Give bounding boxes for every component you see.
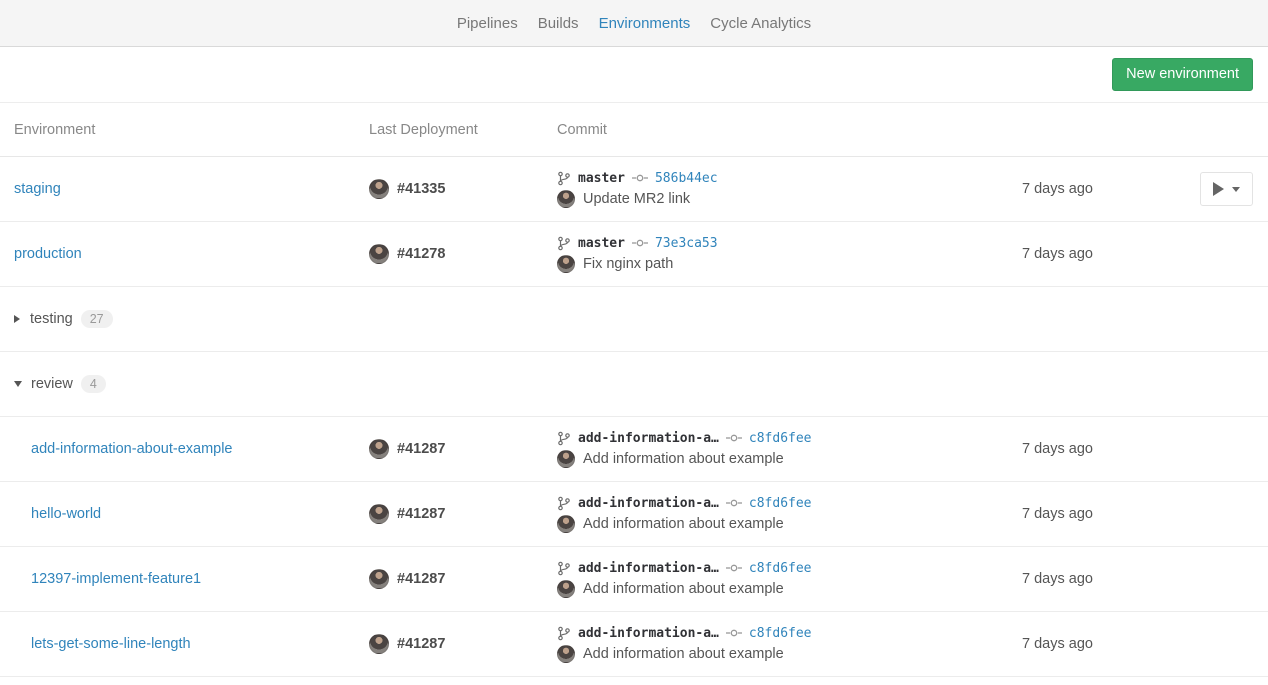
git-branch-icon bbox=[557, 236, 571, 251]
time-ago: 7 days ago bbox=[997, 246, 1142, 262]
avatar bbox=[557, 645, 575, 663]
branch-name: add-information-a… bbox=[578, 626, 719, 641]
environment-group-review[interactable]: review 4 bbox=[0, 352, 1268, 417]
environment-row-staging: staging #41335 master 586b44ec Update MR… bbox=[0, 157, 1268, 222]
avatar bbox=[369, 439, 389, 459]
tab-environments[interactable]: Environments bbox=[599, 15, 691, 32]
commit-sha-link[interactable]: c8fd6fee bbox=[749, 561, 812, 576]
git-commit-icon bbox=[726, 563, 742, 573]
avatar bbox=[369, 634, 389, 654]
deployment-id-link[interactable]: #41287 bbox=[397, 636, 445, 652]
chevron-down-icon bbox=[1232, 187, 1240, 192]
commit-message: Add information about example bbox=[583, 451, 784, 467]
time-ago: 7 days ago bbox=[997, 441, 1142, 457]
branch-name: master bbox=[578, 171, 625, 186]
time-ago: 7 days ago bbox=[997, 636, 1142, 652]
time-ago: 7 days ago bbox=[997, 506, 1142, 522]
avatar bbox=[557, 580, 575, 598]
commit-sha-link[interactable]: 73e3ca53 bbox=[655, 236, 718, 251]
avatar bbox=[369, 504, 389, 524]
commit-message: Add information about example bbox=[583, 581, 784, 597]
environment-row-add-information-about-example: add-information-about-example #41287 add… bbox=[0, 417, 1268, 482]
environment-link[interactable]: hello-world bbox=[31, 506, 101, 522]
header-last-deployment: Last Deployment bbox=[369, 122, 557, 138]
time-ago: 7 days ago bbox=[997, 181, 1142, 197]
table-header-row: Environment Last Deployment Commit bbox=[0, 103, 1268, 157]
environment-row-production: production #41278 master 73e3ca53 Fix ng… bbox=[0, 222, 1268, 287]
toolbar: New environment bbox=[0, 47, 1268, 103]
environments-table: Environment Last Deployment Commit stagi… bbox=[0, 103, 1268, 677]
commit-message: Add information about example bbox=[583, 516, 784, 532]
environment-row-lets-get-some-line-length: lets-get-some-line-length #41287 add-inf… bbox=[0, 612, 1268, 677]
play-icon bbox=[1213, 182, 1224, 196]
commit-sha-link[interactable]: c8fd6fee bbox=[749, 431, 812, 446]
header-commit: Commit bbox=[557, 122, 997, 138]
commit-message: Fix nginx path bbox=[583, 256, 673, 272]
avatar bbox=[557, 255, 575, 273]
project-nav: Pipelines Builds Environments Cycle Anal… bbox=[0, 0, 1268, 47]
git-branch-icon bbox=[557, 561, 571, 576]
deployment-id-link[interactable]: #41287 bbox=[397, 506, 445, 522]
commit-message: Update MR2 link bbox=[583, 191, 690, 207]
environment-group-testing[interactable]: testing 27 bbox=[0, 287, 1268, 352]
group-name: testing bbox=[30, 311, 73, 327]
environment-link[interactable]: 12397-implement-feature1 bbox=[31, 571, 201, 587]
avatar bbox=[557, 450, 575, 468]
deployment-id-link[interactable]: #41278 bbox=[397, 246, 445, 262]
group-count-badge: 4 bbox=[81, 375, 106, 393]
commit-sha-link[interactable]: c8fd6fee bbox=[749, 626, 812, 641]
git-commit-icon bbox=[726, 433, 742, 443]
branch-name: add-information-a… bbox=[578, 496, 719, 511]
manual-action-dropdown-button[interactable] bbox=[1200, 172, 1253, 206]
caret-down-icon bbox=[14, 381, 22, 387]
environment-link[interactable]: staging bbox=[14, 181, 61, 197]
git-branch-icon bbox=[557, 626, 571, 641]
tab-builds[interactable]: Builds bbox=[538, 15, 579, 32]
caret-right-icon bbox=[14, 315, 20, 323]
tab-cycle-analytics[interactable]: Cycle Analytics bbox=[710, 15, 811, 32]
header-environment: Environment bbox=[0, 122, 369, 138]
commit-sha-link[interactable]: c8fd6fee bbox=[749, 496, 812, 511]
branch-name: add-information-a… bbox=[578, 561, 719, 576]
environment-link[interactable]: production bbox=[14, 246, 82, 262]
avatar bbox=[369, 244, 389, 264]
commit-sha-link[interactable]: 586b44ec bbox=[655, 171, 718, 186]
deployment-id-link[interactable]: #41335 bbox=[397, 181, 445, 197]
environment-link[interactable]: add-information-about-example bbox=[31, 441, 233, 457]
environment-row-hello-world: hello-world #41287 add-information-a… c8… bbox=[0, 482, 1268, 547]
branch-name: add-information-a… bbox=[578, 431, 719, 446]
git-branch-icon bbox=[557, 171, 571, 186]
git-commit-icon bbox=[726, 628, 742, 638]
commit-message: Add information about example bbox=[583, 646, 784, 662]
git-commit-icon bbox=[632, 238, 648, 248]
group-count-badge: 27 bbox=[81, 310, 113, 328]
git-branch-icon bbox=[557, 431, 571, 446]
deployment-id-link[interactable]: #41287 bbox=[397, 571, 445, 587]
time-ago: 7 days ago bbox=[997, 571, 1142, 587]
git-commit-icon bbox=[632, 173, 648, 183]
deployment-id-link[interactable]: #41287 bbox=[397, 441, 445, 457]
git-branch-icon bbox=[557, 496, 571, 511]
avatar bbox=[369, 569, 389, 589]
branch-name: master bbox=[578, 236, 625, 251]
environment-row-12397-implement-feature1: 12397-implement-feature1 #41287 add-info… bbox=[0, 547, 1268, 612]
tab-pipelines[interactable]: Pipelines bbox=[457, 15, 518, 32]
avatar bbox=[557, 190, 575, 208]
avatar bbox=[369, 179, 389, 199]
git-commit-icon bbox=[726, 498, 742, 508]
environment-link[interactable]: lets-get-some-line-length bbox=[31, 636, 191, 652]
group-name: review bbox=[31, 376, 73, 392]
new-environment-button[interactable]: New environment bbox=[1112, 58, 1253, 92]
avatar bbox=[557, 515, 575, 533]
